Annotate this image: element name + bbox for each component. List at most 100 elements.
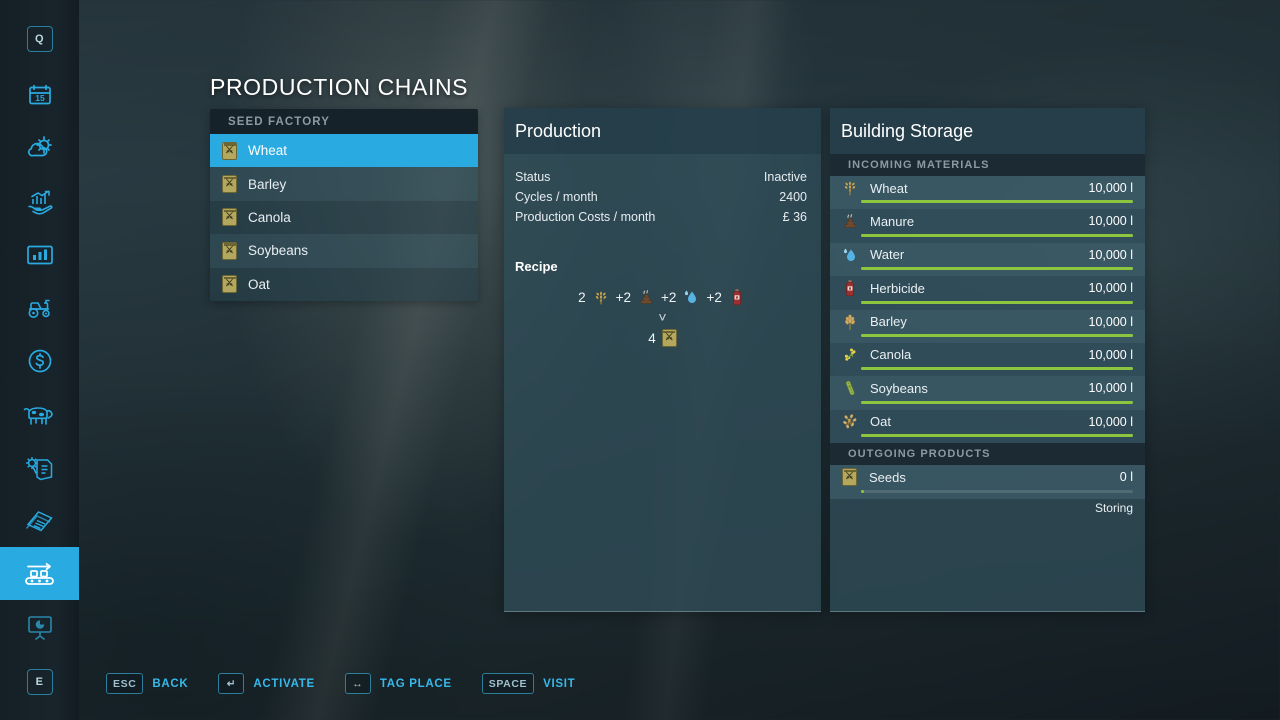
list-item-wheat[interactable]: ⚔ Wheat [210,134,478,167]
storage-bar-fill [861,434,1133,437]
gear-document-icon [24,454,56,482]
storage-bar-track [861,234,1133,237]
storage-item-amount: 10,000 l [1089,348,1133,362]
hint-activate[interactable]: ↵ ACTIVATE [218,673,314,694]
stat-label: Status [515,170,550,184]
hint-label: TAG PLACE [380,678,452,690]
cow-icon [23,402,57,428]
storage-row-wheat[interactable]: Wheat 10,000 l [830,176,1145,209]
seed-bag-icon: ⚔ [222,175,237,193]
sidebar-item-contracts[interactable] [0,441,79,494]
water-icon [840,245,860,265]
storage-bar-track [861,401,1133,404]
storage-bar-track [861,367,1133,370]
key-hints-bar: ESC BACK ↵ ACTIVATE ↔ TAG PLACE SPACE VI… [106,673,575,694]
seed-bag-icon: ⚔ [222,275,237,293]
sidebar-item-construction[interactable] [0,495,79,548]
herbicide-icon [840,278,860,298]
presentation-chart-icon [25,613,55,641]
list-item-label: Barley [248,177,286,192]
recipe-outputs: 4 ⚔ [504,329,821,347]
recipe-input-amount: 2 [578,290,586,305]
storage-bar-fill [861,334,1133,337]
stat-cycles: Cycles / month 2400 [504,187,821,207]
seed-bag-icon: ⚔ [222,242,237,260]
storage-bar-fill [861,200,1133,203]
stat-value: £ 36 [783,210,807,224]
oat-icon [840,412,860,432]
storage-item-amount: 10,000 l [1089,181,1133,195]
dollar-coin-icon [26,347,54,375]
sidebar-item-overview-key[interactable]: Q [0,12,79,65]
hint-tag-place[interactable]: ↔ TAG PLACE [345,673,452,694]
storage-row-seeds[interactable]: ⚔ Seeds 0 l [830,465,1145,498]
hint-back[interactable]: ESC BACK [106,673,188,694]
sidebar-item-finances[interactable] [0,334,79,387]
stat-value: 2400 [779,190,807,204]
recipe-input-amount: +2 [706,290,721,305]
sidebar-item-calendar[interactable]: 15 [0,68,79,121]
list-item-soybeans[interactable]: ⚔ Soybeans [210,234,478,267]
storage-bar-fill [861,490,864,493]
storage-item-name: Canola [870,347,1079,362]
sidebar-item-statistics[interactable] [0,228,79,281]
storage-row-manure[interactable]: Manure 10,000 l [830,209,1145,242]
list-item-oat[interactable]: ⚔ Oat [210,268,478,301]
storage-item-amount: 10,000 l [1089,214,1133,228]
storage-row-oat[interactable]: Oat 10,000 l [830,410,1145,443]
storage-row-canola[interactable]: Canola 10,000 l [830,343,1145,376]
stat-label: Production Costs / month [515,210,655,224]
price-trend-hand-icon [25,187,55,215]
production-panel: Production Status Inactive Cycles / mont… [504,108,821,612]
bar-chart-icon [25,243,55,267]
hint-label: BACK [152,678,188,690]
list-item-label: Canola [248,210,291,225]
svg-text:15: 15 [35,93,45,103]
incoming-materials-label: INCOMING MATERIALS [830,154,1145,176]
conveyor-belt-icon [22,560,58,588]
storage-item-name: Seeds [869,470,1110,485]
seed-bag-icon: ⚔ [222,142,237,160]
production-stats: Status Inactive Cycles / month 2400 Prod… [504,167,821,227]
list-item-canola[interactable]: ⚔ Canola [210,201,478,234]
manure-icon [840,211,860,231]
storage-bar-track [861,200,1133,203]
stat-costs: Production Costs / month £ 36 [504,207,821,227]
storage-item-name: Water [870,247,1079,262]
stat-value: Inactive [764,170,807,184]
storage-bar-track [861,334,1133,337]
storage-item-amount: 10,000 l [1089,315,1133,329]
sidebar-item-vehicles[interactable] [0,281,79,334]
storage-bar-track [861,267,1133,270]
storage-row-water[interactable]: Water 10,000 l [830,243,1145,276]
recipe-output-amount: 4 [648,331,656,346]
outgoing-products-label: OUTGOING PRODUCTS [830,443,1145,465]
sidebar-item-animals[interactable] [0,388,79,441]
space-key-icon: SPACE [482,673,534,694]
manure-icon [636,287,656,307]
sidebar-item-production-chains[interactable] [0,547,79,600]
esc-key-icon: ESC [106,673,143,694]
sidebar-item-weather[interactable] [0,121,79,174]
building-storage-panel: Building Storage INCOMING MATERIALS Whea… [830,108,1145,612]
sidebar-item-prices[interactable] [0,174,79,227]
water-icon [681,287,701,307]
sidebar-item-exit-key[interactable]: E [0,655,79,708]
storage-item-name: Barley [870,314,1079,329]
recipe-label: Recipe [504,259,821,274]
storage-row-soybeans[interactable]: Soybeans 10,000 l [830,376,1145,409]
sidebar-item-map-overview[interactable] [0,600,79,653]
hint-visit[interactable]: SPACE VISIT [482,673,576,694]
page-title: PRODUCTION CHAINS [210,74,468,101]
list-item-barley[interactable]: ⚔ Barley [210,167,478,200]
calendar-icon: 15 [26,81,54,109]
documents-icon [24,509,56,535]
recipe-input-amount: +2 [616,290,631,305]
recipe-inputs: 2 +2 +2 +2 [504,287,821,307]
storage-item-name: Soybeans [870,381,1079,396]
storage-row-herbicide[interactable]: Herbicide 10,000 l [830,276,1145,309]
storage-bar-fill [861,267,1133,270]
storage-item-amount: 10,000 l [1089,248,1133,262]
storage-row-barley[interactable]: Barley 10,000 l [830,310,1145,343]
stat-status: Status Inactive [504,167,821,187]
